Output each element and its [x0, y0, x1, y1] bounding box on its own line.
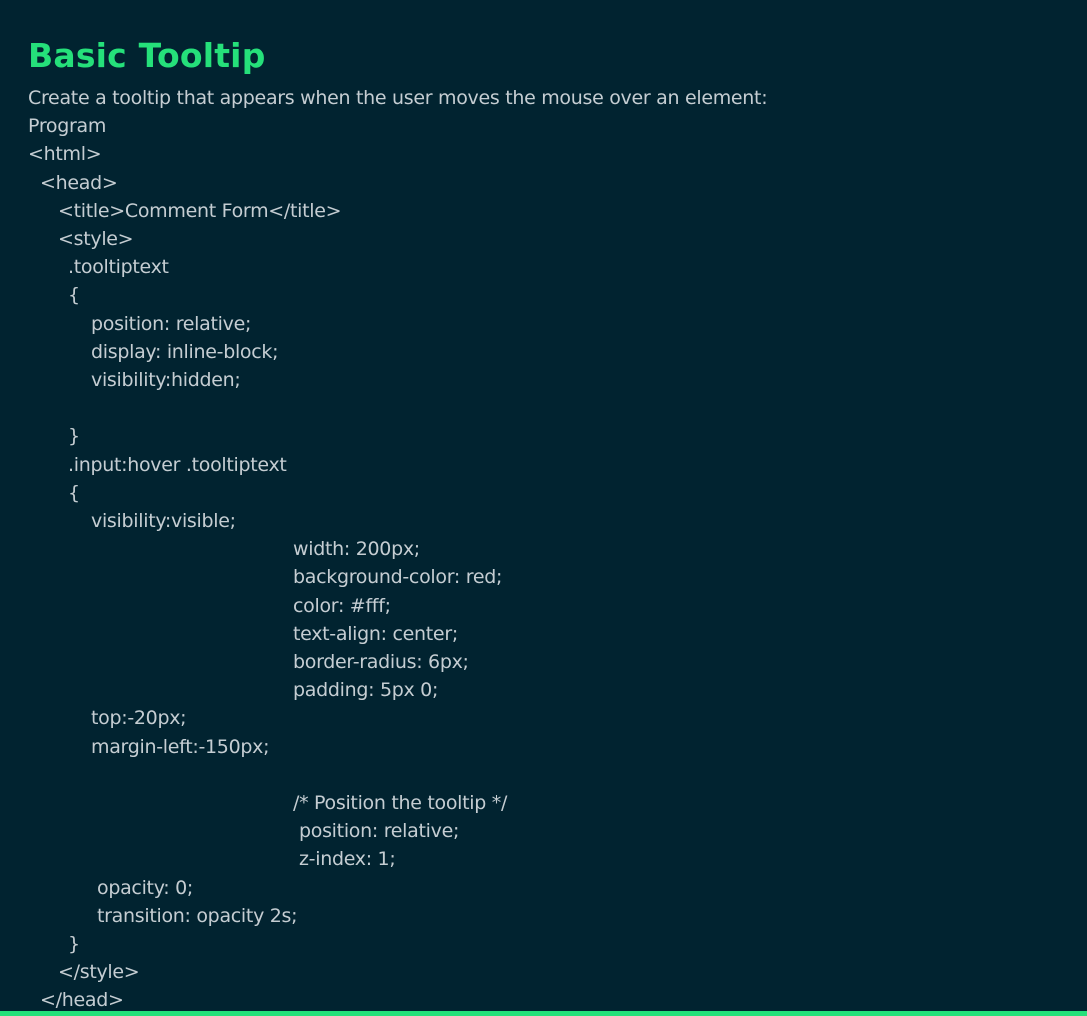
code-line: text-align: center;	[293, 622, 458, 645]
code-line: }	[68, 933, 80, 955]
code-line: position: relative;	[299, 820, 460, 843]
page-title: Basic Tooltip	[28, 36, 266, 75]
program-label: Program	[28, 115, 107, 138]
code-line: /* Position the tooltip */	[293, 792, 508, 814]
code-line: width: 200px;	[293, 538, 420, 561]
code-line: border-radius: 6px;	[293, 651, 469, 673]
code-line: background-color: red;	[293, 566, 503, 589]
code-line: color: #fff;	[293, 594, 391, 617]
code-line: display: inline-block;	[91, 340, 279, 363]
code-line: visibility:visible;	[91, 510, 236, 532]
code-line: </style>	[58, 961, 140, 984]
code-line: {	[68, 284, 80, 307]
code-line: <style>	[58, 228, 134, 250]
code-line: .input:hover .tooltiptext	[68, 453, 287, 476]
code-line: opacity: 0;	[97, 876, 193, 899]
code-line: position: relative;	[91, 312, 252, 335]
code-line: <head>	[40, 171, 118, 194]
intro-text: Create a tooltip that appears when the u…	[28, 87, 768, 109]
code-line: {	[68, 481, 80, 504]
code-line: <html>	[28, 143, 102, 166]
code-line: z-index: 1;	[299, 848, 396, 871]
code-line: </head>	[40, 989, 124, 1011]
code-line: }	[68, 425, 80, 448]
code-line: visibility:hidden;	[91, 369, 241, 391]
code-line: top:-20px;	[91, 707, 187, 730]
bottom-accent-bar	[0, 1011, 1087, 1016]
code-line: margin-left:-150px;	[91, 735, 270, 758]
code-line: transition: opacity 2s;	[97, 904, 298, 927]
code-line: padding: 5px 0;	[293, 679, 439, 702]
document-page: Basic Tooltip Create a tooltip that appe…	[0, 0, 1087, 1011]
code-line: .tooltiptext	[68, 256, 169, 279]
code-line: <title>Comment Form</title>	[58, 199, 342, 222]
